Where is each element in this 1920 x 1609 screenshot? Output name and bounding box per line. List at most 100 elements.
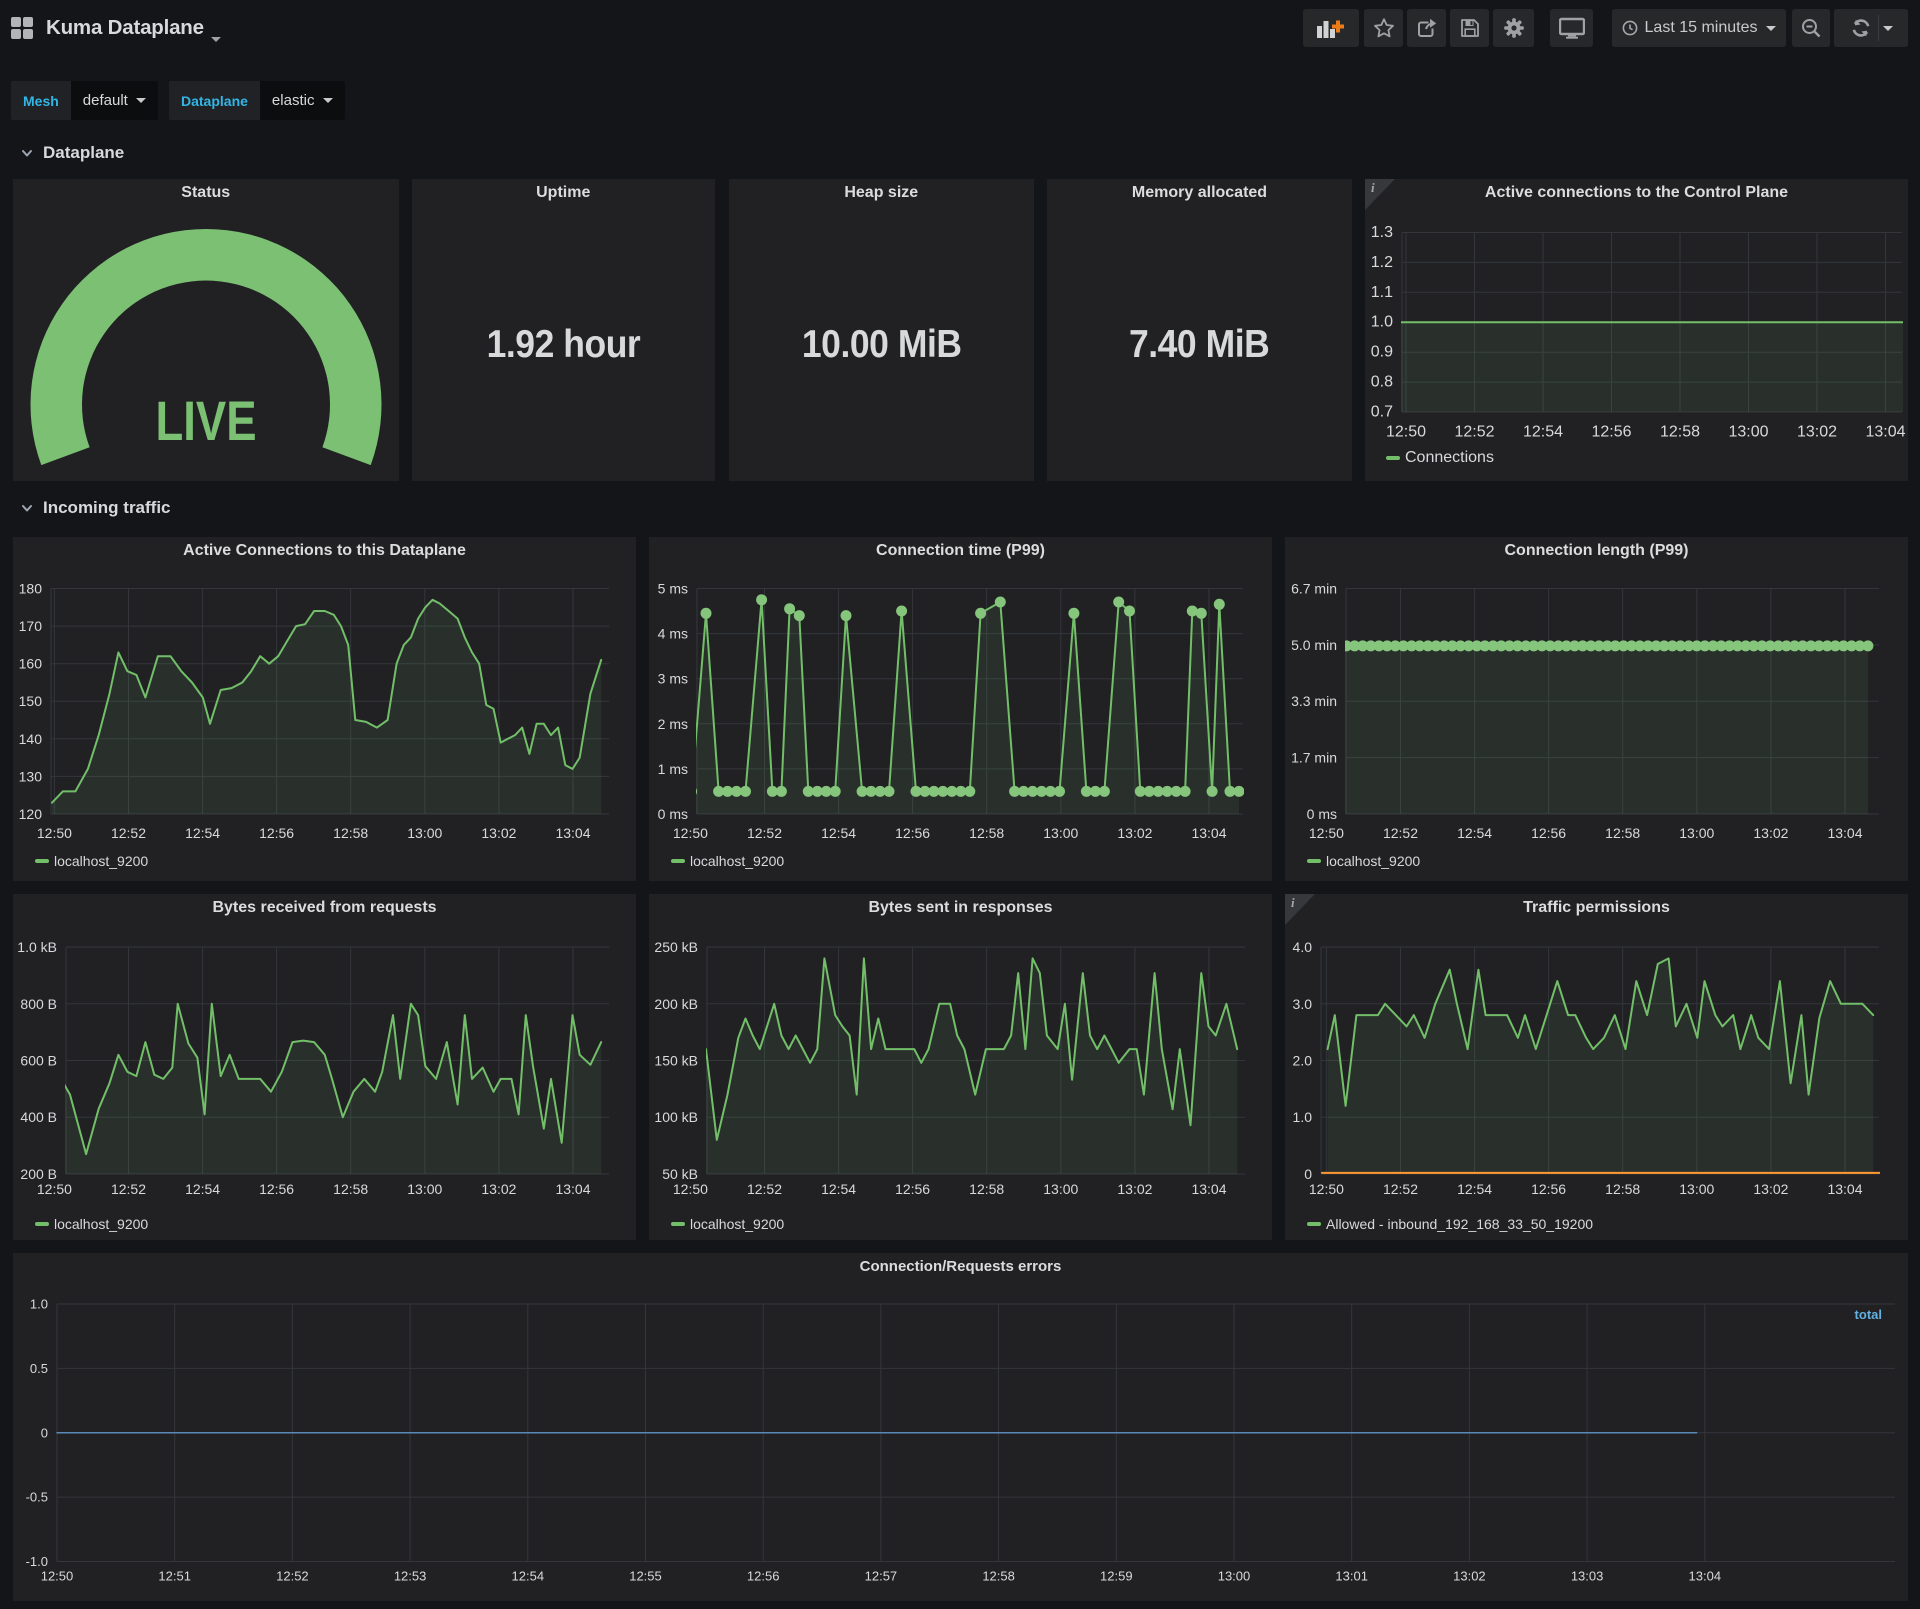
svg-text:13:00: 13:00 — [1728, 424, 1768, 441]
svg-text:13:00: 13:00 — [1679, 1181, 1714, 1197]
svg-text:12:54: 12:54 — [1457, 1181, 1492, 1197]
svg-text:13:04: 13:04 — [1689, 1569, 1722, 1584]
svg-text:12:56: 12:56 — [895, 825, 930, 841]
svg-text:180: 180 — [19, 581, 43, 597]
svg-text:13:00: 13:00 — [1679, 825, 1714, 841]
svg-text:12:58: 12:58 — [1660, 424, 1700, 441]
svg-text:3.0: 3.0 — [1293, 996, 1313, 1012]
svg-text:12:56: 12:56 — [1531, 825, 1566, 841]
svg-text:13:02: 13:02 — [1117, 1181, 1152, 1197]
svg-text:140: 140 — [19, 731, 43, 747]
svg-text:13:02: 13:02 — [1797, 424, 1837, 441]
svg-text:13:00: 13:00 — [407, 1181, 442, 1197]
svg-text:13:04: 13:04 — [1191, 1181, 1226, 1197]
svg-text:200 B: 200 B — [20, 1166, 57, 1182]
svg-text:13:00: 13:00 — [1043, 825, 1078, 841]
svg-text:13:00: 13:00 — [1043, 1181, 1078, 1197]
svg-text:12:52: 12:52 — [111, 825, 146, 841]
svg-text:170: 170 — [19, 618, 43, 634]
svg-text:13:04: 13:04 — [1827, 825, 1862, 841]
svg-text:1.2: 1.2 — [1371, 254, 1393, 271]
svg-text:1.3: 1.3 — [1371, 224, 1393, 241]
svg-text:12:58: 12:58 — [982, 1569, 1015, 1584]
svg-text:12:54: 12:54 — [512, 1569, 545, 1584]
svg-text:12:50: 12:50 — [1386, 424, 1426, 441]
svg-text:12:52: 12:52 — [111, 1181, 146, 1197]
svg-text:12:54: 12:54 — [185, 825, 220, 841]
svg-text:0 ms: 0 ms — [658, 806, 688, 822]
svg-text:12:56: 12:56 — [747, 1569, 780, 1584]
svg-text:-1.0: -1.0 — [26, 1554, 48, 1569]
svg-text:3 ms: 3 ms — [658, 671, 688, 687]
svg-text:0.8: 0.8 — [1371, 374, 1393, 391]
svg-text:-0.5: -0.5 — [26, 1490, 48, 1505]
svg-text:13:01: 13:01 — [1335, 1569, 1368, 1584]
svg-text:12:54: 12:54 — [185, 1181, 220, 1197]
svg-text:6.7 min: 6.7 min — [1291, 581, 1337, 597]
svg-text:600 B: 600 B — [20, 1053, 57, 1069]
svg-text:13:04: 13:04 — [1865, 424, 1905, 441]
svg-text:400 B: 400 B — [20, 1109, 57, 1125]
svg-text:4.0: 4.0 — [1293, 939, 1313, 955]
svg-text:1.0: 1.0 — [1293, 1109, 1313, 1125]
svg-text:LIVE: LIVE — [156, 389, 257, 452]
svg-text:200 kB: 200 kB — [654, 996, 698, 1012]
svg-text:12:50: 12:50 — [41, 1569, 74, 1584]
svg-text:13:02: 13:02 — [1117, 825, 1152, 841]
svg-text:13:00: 13:00 — [1218, 1569, 1251, 1584]
svg-text:0: 0 — [41, 1425, 48, 1440]
svg-text:4 ms: 4 ms — [658, 626, 688, 642]
svg-text:120: 120 — [19, 806, 43, 822]
svg-text:13:00: 13:00 — [407, 825, 442, 841]
svg-text:12:56: 12:56 — [895, 1181, 930, 1197]
svg-text:130: 130 — [19, 768, 43, 784]
svg-text:12:50: 12:50 — [37, 1181, 72, 1197]
svg-text:13:03: 13:03 — [1571, 1569, 1604, 1584]
svg-text:12:52: 12:52 — [1383, 825, 1418, 841]
svg-text:0.5: 0.5 — [30, 1361, 48, 1376]
svg-text:5 ms: 5 ms — [658, 581, 688, 597]
svg-text:13:02: 13:02 — [481, 1181, 516, 1197]
svg-text:12:52: 12:52 — [276, 1569, 309, 1584]
svg-text:12:52: 12:52 — [747, 1181, 782, 1197]
svg-text:150: 150 — [19, 693, 43, 709]
svg-text:12:52: 12:52 — [1454, 424, 1494, 441]
svg-text:12:52: 12:52 — [747, 825, 782, 841]
svg-text:12:54: 12:54 — [1457, 825, 1492, 841]
svg-text:13:02: 13:02 — [1753, 1181, 1788, 1197]
svg-text:13:04: 13:04 — [1191, 825, 1226, 841]
svg-text:12:50: 12:50 — [673, 1181, 708, 1197]
svg-text:13:04: 13:04 — [1827, 1181, 1862, 1197]
svg-text:12:56: 12:56 — [259, 1181, 294, 1197]
svg-text:50 kB: 50 kB — [662, 1166, 698, 1182]
svg-text:0 ms: 0 ms — [1307, 806, 1337, 822]
svg-text:12:54: 12:54 — [821, 1181, 856, 1197]
svg-text:1.0: 1.0 — [1371, 314, 1393, 331]
svg-text:12:50: 12:50 — [37, 825, 72, 841]
svg-text:12:58: 12:58 — [969, 825, 1004, 841]
svg-text:13:04: 13:04 — [555, 825, 590, 841]
svg-text:13:02: 13:02 — [1753, 825, 1788, 841]
svg-text:12:56: 12:56 — [259, 825, 294, 841]
svg-text:12:56: 12:56 — [1531, 1181, 1566, 1197]
svg-text:12:52: 12:52 — [1383, 1181, 1418, 1197]
svg-text:12:55: 12:55 — [629, 1569, 662, 1584]
svg-text:0.9: 0.9 — [1371, 344, 1393, 361]
svg-text:12:59: 12:59 — [1100, 1569, 1133, 1584]
svg-text:250 kB: 250 kB — [654, 939, 698, 955]
svg-text:12:50: 12:50 — [1309, 825, 1344, 841]
svg-text:12:54: 12:54 — [1523, 424, 1563, 441]
svg-text:150 kB: 150 kB — [654, 1053, 698, 1069]
svg-text:1 ms: 1 ms — [658, 761, 688, 777]
svg-text:13:02: 13:02 — [481, 825, 516, 841]
svg-text:5.0 min: 5.0 min — [1291, 637, 1337, 653]
svg-text:0: 0 — [1304, 1166, 1312, 1182]
svg-text:2.0: 2.0 — [1293, 1053, 1313, 1069]
svg-text:12:58: 12:58 — [969, 1181, 1004, 1197]
svg-text:12:54: 12:54 — [821, 825, 856, 841]
svg-text:1.0: 1.0 — [30, 1297, 48, 1312]
svg-text:12:53: 12:53 — [394, 1569, 427, 1584]
svg-text:13:02: 13:02 — [1453, 1569, 1486, 1584]
svg-text:0.7: 0.7 — [1371, 404, 1393, 421]
svg-text:160: 160 — [19, 656, 43, 672]
